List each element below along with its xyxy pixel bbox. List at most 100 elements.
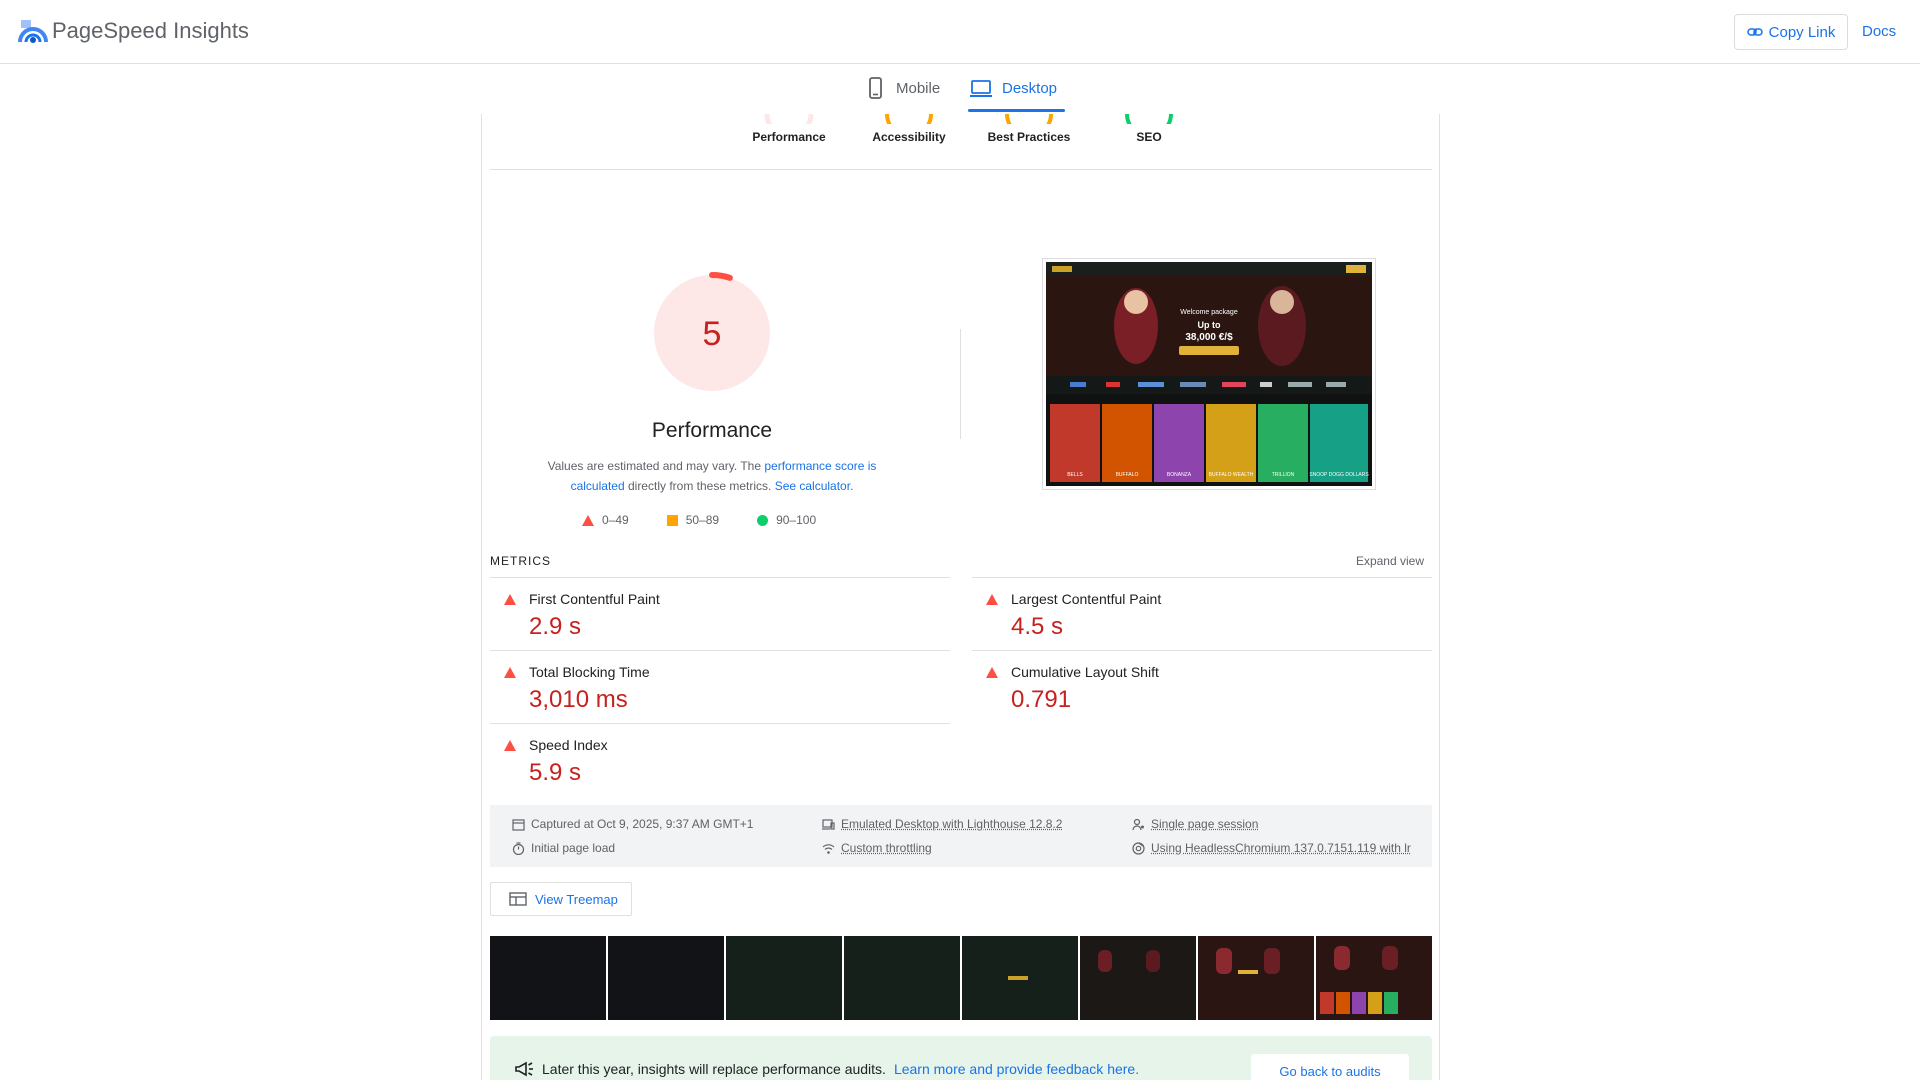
green-circle-icon xyxy=(757,515,768,526)
game-title: BONANZA xyxy=(1167,472,1192,478)
captured-at: Captured at Oct 9, 2025, 9:37 AM GMT+1 xyxy=(512,817,753,831)
metric-name: Cumulative Layout Shift xyxy=(1011,664,1159,680)
filmstrip-frame[interactable] xyxy=(1316,936,1432,1020)
divider xyxy=(960,329,961,439)
tab-mobile[interactable]: Mobile xyxy=(864,64,940,112)
initial-page-load: Initial page load xyxy=(512,841,615,855)
red-triangle-icon xyxy=(986,667,998,678)
chrome-icon xyxy=(1132,842,1145,855)
see-calculator-link[interactable]: See calculator. xyxy=(775,479,854,493)
metric-name: Speed Index xyxy=(529,737,608,753)
insights-banner: Later this year, insights will replace p… xyxy=(490,1036,1432,1080)
game-title: BUFFALO xyxy=(1116,472,1139,478)
link-icon xyxy=(1747,24,1763,40)
gauge-arc-icon xyxy=(881,114,937,124)
red-triangle-icon xyxy=(504,740,516,751)
metric-tbt: Total Blocking Time 3,010 ms xyxy=(490,650,950,724)
wifi-icon xyxy=(822,842,835,855)
copy-link-label: Copy Link xyxy=(1769,24,1836,41)
learn-more-link[interactable]: Learn more and provide feedback here. xyxy=(894,1061,1139,1077)
metric-name: Largest Contentful Paint xyxy=(1011,591,1161,607)
filmstrip xyxy=(490,936,1432,1020)
metric-speed-index: Speed Index 5.9 s xyxy=(490,723,950,797)
performance-score-gauge: 5 xyxy=(650,271,774,395)
filmstrip-frame[interactable] xyxy=(844,936,960,1020)
legend-fail: 0–49 xyxy=(582,513,629,527)
preview-up-to: Up to xyxy=(1198,320,1221,330)
browser-version[interactable]: Using HeadlessChromium 137.0.7151.119 wi… xyxy=(1132,841,1422,855)
filmstrip-frame[interactable] xyxy=(608,936,724,1020)
metric-value: 0.791 xyxy=(1011,686,1071,714)
performance-score: 5 xyxy=(703,315,722,353)
session-type[interactable]: Single page session xyxy=(1132,817,1258,831)
game-title: BUFFALO WEALTH xyxy=(1209,472,1254,478)
megaphone-icon xyxy=(514,1060,534,1078)
docs-link[interactable]: Docs xyxy=(1862,23,1896,40)
red-triangle-icon xyxy=(504,667,516,678)
gauge-seo[interactable]: SEO xyxy=(1089,114,1209,144)
app-title[interactable]: PageSpeed Insights xyxy=(52,18,249,44)
score-legend: 0–49 50–89 90–100 xyxy=(582,513,862,527)
person-icon xyxy=(1132,818,1145,831)
legend-pass: 90–100 xyxy=(757,513,816,527)
preview-welcome: Welcome package xyxy=(1180,309,1238,316)
go-back-to-audits-button[interactable]: Go back to audits xyxy=(1251,1054,1409,1080)
gauge-best-practices[interactable]: Best Practices xyxy=(969,114,1089,144)
category-gauges: Performance Accessibility Best Practices… xyxy=(490,114,1432,170)
game-title: TRILLION xyxy=(1272,472,1295,478)
gauge-label: Performance xyxy=(729,130,849,144)
metrics-header: METRICS Expand view xyxy=(490,554,1432,576)
red-triangle-icon xyxy=(504,594,516,605)
expand-view-button[interactable]: Expand view xyxy=(1356,554,1424,568)
filmstrip-frame[interactable] xyxy=(1198,936,1314,1020)
phone-icon xyxy=(864,77,886,99)
emulated-device[interactable]: Emulated Desktop with Lighthouse 12.8.2 xyxy=(822,817,1062,831)
metric-fcp: First Contentful Paint 2.9 s xyxy=(490,577,950,651)
timer-icon xyxy=(512,842,525,855)
devices-icon xyxy=(822,818,835,831)
view-treemap-button[interactable]: View Treemap xyxy=(490,882,632,916)
gauge-arc-icon xyxy=(1121,114,1177,124)
treemap-icon xyxy=(509,892,527,906)
legend-average: 50–89 xyxy=(667,513,719,527)
gauge-performance[interactable]: Performance xyxy=(729,114,849,144)
throttling-text: Custom throttling xyxy=(841,841,932,855)
gauge-label: Best Practices xyxy=(969,130,1089,144)
performance-title: Performance xyxy=(582,419,842,443)
browser-text: Using HeadlessChromium 137.0.7151.119 wi… xyxy=(1151,841,1411,855)
gauge-label: SEO xyxy=(1089,130,1209,144)
red-triangle-icon xyxy=(986,594,998,605)
final-screenshot[interactable]: Welcome package Up to 38,000 €/$ BELLS B… xyxy=(1042,258,1376,490)
top-bar: PageSpeed Insights Copy Link Docs xyxy=(0,0,1920,64)
metric-value: 4.5 s xyxy=(1011,613,1063,641)
insights-message: Later this year, insights will replace p… xyxy=(514,1060,1139,1078)
preview-amount: 38,000 €/$ xyxy=(1185,332,1233,343)
throttling[interactable]: Custom throttling xyxy=(822,841,932,855)
device-tabs: Mobile Desktop xyxy=(0,64,1920,114)
page-load-text: Initial page load xyxy=(531,841,615,855)
tab-mobile-label: Mobile xyxy=(896,80,940,97)
filmstrip-frame[interactable] xyxy=(726,936,842,1020)
filmstrip-frame[interactable] xyxy=(962,936,1078,1020)
run-info: Captured at Oct 9, 2025, 9:37 AM GMT+1 I… xyxy=(490,805,1432,867)
pagespeed-logo-icon[interactable] xyxy=(18,18,48,44)
gauge-arc-icon xyxy=(761,114,817,124)
gauge-accessibility[interactable]: Accessibility xyxy=(849,114,969,144)
metric-value: 5.9 s xyxy=(529,759,581,787)
game-title: SNOOP DOGG DOLLARS xyxy=(1309,472,1369,478)
metric-lcp: Largest Contentful Paint 4.5 s xyxy=(972,577,1432,651)
copy-link-button[interactable]: Copy Link xyxy=(1734,14,1848,50)
filmstrip-frame[interactable] xyxy=(1080,936,1196,1020)
legend-range: 0–49 xyxy=(602,513,629,527)
legend-range: 50–89 xyxy=(686,513,719,527)
performance-description: Values are estimated and may vary. The p… xyxy=(542,456,882,496)
tab-desktop[interactable]: Desktop xyxy=(970,64,1057,112)
desc-prefix: Values are estimated and may vary. The xyxy=(548,459,765,473)
filmstrip-frame[interactable] xyxy=(490,936,606,1020)
metric-value: 2.9 s xyxy=(529,613,581,641)
performance-score-arc xyxy=(712,275,730,278)
insights-text: Later this year, insights will replace p… xyxy=(542,1061,886,1077)
view-treemap-label: View Treemap xyxy=(535,892,618,907)
report-card: Performance Accessibility Best Practices… xyxy=(481,114,1440,1080)
metric-name: First Contentful Paint xyxy=(529,591,660,607)
